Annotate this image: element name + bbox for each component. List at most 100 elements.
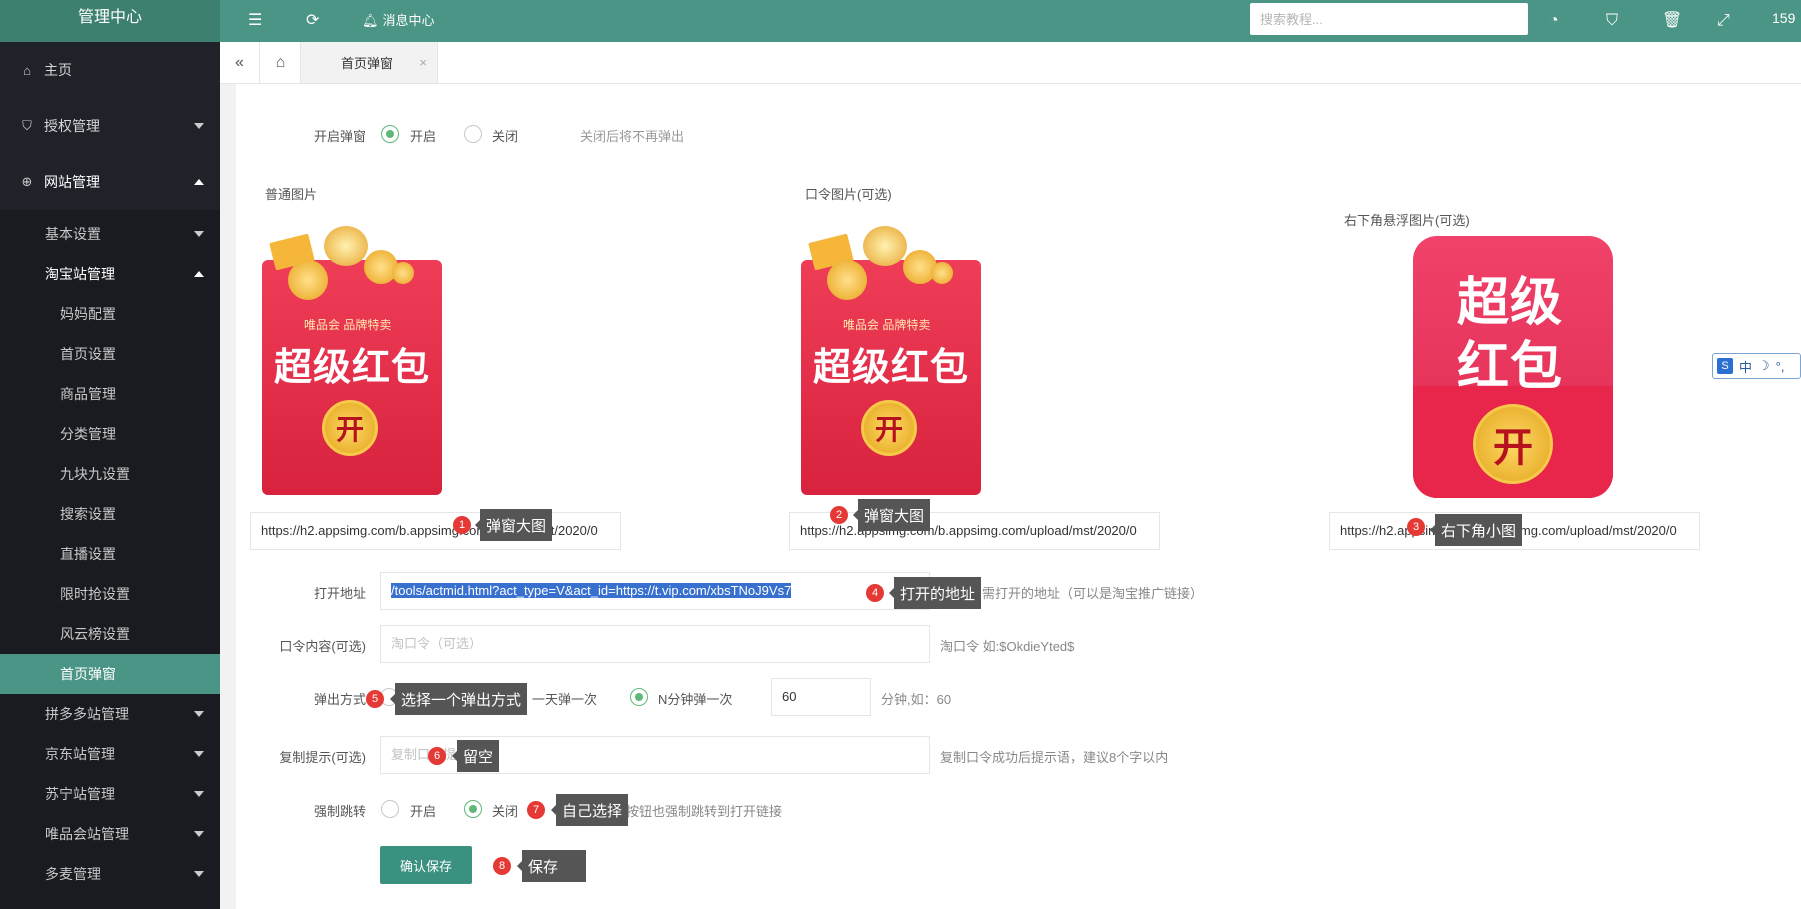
- float-image-label: 右下角悬浮图片(可选): [1344, 213, 1470, 228]
- float-image-preview[interactable]: 超级 红包 开: [1413, 236, 1613, 498]
- sidebar-item-label: 多麦管理: [45, 866, 101, 882]
- annotation-badge: 4: [866, 584, 884, 602]
- double-chevron-left-icon[interactable]: «: [220, 42, 260, 83]
- menu-toggle-icon[interactable]: ☰: [248, 0, 262, 42]
- force-on-radio[interactable]: [381, 800, 399, 818]
- tab-bar: « ⌂ 首页弹窗 ×: [220, 42, 1801, 84]
- refresh-icon[interactable]: ⟳: [306, 0, 319, 42]
- moon-icon: ☽: [1758, 358, 1770, 373]
- top-bar: 管理中心 ☰ ⟳ 🔔︎ 消息中心 ◔ ⛉ 🗑︎ ⤢ 159: [0, 0, 1801, 42]
- sidebar-item-home-popup[interactable]: 首页弹窗: [0, 654, 220, 694]
- sidebar-item-flash-sale[interactable]: 限时抢设置: [0, 574, 220, 614]
- envelope-title: 超级红包: [813, 345, 970, 389]
- sidebar-item-pdd[interactable]: 拼多多站管理: [0, 694, 220, 734]
- home-icon: ⌂: [23, 62, 31, 78]
- chevron-up-icon: [194, 271, 204, 277]
- envelope-open-coin: 开: [861, 400, 917, 456]
- annotation-badge: 6: [428, 747, 446, 765]
- envelope-brand: 唯品会 品牌特卖: [843, 318, 931, 332]
- sidebar-item-label: 商品管理: [60, 386, 116, 402]
- sidebar-item-mama-config[interactable]: 妈妈配置: [0, 294, 220, 334]
- sidebar-item-home[interactable]: ⌂ 主页: [0, 42, 220, 98]
- sidebar-item-label: 苏宁站管理: [45, 786, 115, 802]
- sidebar-item-jd[interactable]: 京东站管理: [0, 734, 220, 774]
- sidebar-item-home-settings[interactable]: 首页设置: [0, 334, 220, 374]
- sidebar-item-label: 淘宝站管理: [45, 266, 115, 282]
- messages-link[interactable]: 🔔︎ 消息中心: [362, 0, 435, 42]
- annotation-tip: 选择一个弹出方式: [389, 683, 528, 715]
- chevron-down-icon: [194, 791, 204, 797]
- mode-n-minutes-radio[interactable]: [630, 688, 648, 706]
- annotation-tip: 保存: [517, 850, 586, 882]
- envelope-title: 超级红包: [274, 345, 431, 389]
- sidebar-item-label: 风云榜设置: [60, 626, 130, 642]
- shield-icon[interactable]: ⛉: [1606, 0, 1618, 42]
- annotation-tip: 右下角小图: [1429, 514, 1523, 546]
- chevron-down-icon: [194, 831, 204, 837]
- shield-icon: ⛉: [22, 118, 32, 133]
- sidebar-item-99[interactable]: 九块九设置: [0, 454, 220, 494]
- annotation-badge: 1: [453, 516, 471, 534]
- popup-on-radio[interactable]: [381, 125, 399, 143]
- site-submenu: 基本设置 淘宝站管理 妈妈配置 首页设置 商品管理 分类管理 九块九设置 搜索设…: [0, 210, 220, 909]
- user-number[interactable]: 159: [1772, 10, 1795, 26]
- trash-icon[interactable]: 🗑︎: [1662, 0, 1682, 42]
- sidebar-item-label: 妈妈配置: [60, 306, 116, 322]
- sidebar-item-category[interactable]: 分类管理: [0, 414, 220, 454]
- open-url-value: /tools/actmid.html?act_type=V&act_id=htt…: [391, 583, 792, 598]
- sidebar-item-label: 搜索设置: [60, 506, 116, 522]
- mode-label: 弹出方式: [313, 692, 366, 707]
- mode-daily-label[interactable]: 一天弹一次: [532, 689, 597, 708]
- close-icon[interactable]: ×: [419, 55, 427, 70]
- save-button[interactable]: 确认保存: [380, 846, 472, 884]
- tab-label: 首页弹窗: [341, 56, 394, 71]
- annotation-tip: 打开的地址: [888, 577, 982, 609]
- chevron-down-icon: [194, 751, 204, 757]
- sidebar-item-search-settings[interactable]: 搜索设置: [0, 494, 220, 534]
- sidebar: ⌂ 主页 ⛉ 授权管理 ⊕ 网站管理 基本设置 淘宝站管理 妈妈配置 首页设置 …: [0, 42, 220, 909]
- sidebar-item-goods[interactable]: 商品管理: [0, 374, 220, 414]
- search-input[interactable]: [1250, 3, 1528, 35]
- tab-home-popup[interactable]: 首页弹窗 ×: [301, 42, 438, 83]
- popup-off-radio[interactable]: [464, 125, 482, 143]
- force-on-label[interactable]: 开启: [410, 801, 436, 820]
- sidebar-item-label: 限时抢设置: [60, 586, 130, 602]
- normal-image-url-input[interactable]: https://h2.appsimg.com/b.appsimg.com/upl…: [250, 512, 621, 550]
- dashboard-icon[interactable]: ◔: [1549, 0, 1559, 42]
- annotation-tip: 自己选择: [550, 794, 629, 826]
- sidebar-item-vip[interactable]: 唯品会站管理: [0, 814, 220, 854]
- mode-n-minutes-label[interactable]: N分钟弹一次: [658, 689, 732, 708]
- normal-image-preview[interactable]: 唯品会 品牌特卖 超级红包 开: [252, 214, 452, 499]
- sidebar-item-label: 授权管理: [44, 118, 100, 134]
- messages-label: 消息中心: [382, 13, 435, 28]
- annotation-badge: 5: [366, 690, 384, 708]
- popup-off-label[interactable]: 关闭: [492, 126, 518, 145]
- annotation-badge: 8: [493, 857, 511, 875]
- minutes-input[interactable]: 60: [771, 678, 871, 716]
- open-url-hint: 需打开的地址（可以是淘宝推广链接）: [982, 586, 1204, 601]
- sidebar-item-label: 网站管理: [44, 174, 100, 190]
- ime-punct: °,: [1775, 358, 1785, 374]
- fullscreen-icon[interactable]: ⤢: [1717, 0, 1730, 42]
- copy-hint: 复制口令成功后提示语，建议8个字以内: [940, 750, 1169, 765]
- popup-on-label[interactable]: 开启: [410, 126, 436, 145]
- annotation-badge: 2: [830, 506, 848, 524]
- sidebar-item-duomai[interactable]: 多麦管理: [0, 854, 220, 894]
- chevron-up-icon: [194, 179, 204, 185]
- bell-icon: 🔔︎: [362, 13, 379, 28]
- sidebar-item-live[interactable]: 直播设置: [0, 534, 220, 574]
- home-icon[interactable]: ⌂: [261, 42, 301, 83]
- sidebar-item-taobao[interactable]: 淘宝站管理: [0, 254, 220, 294]
- ime-toolbar[interactable]: S 中 ☽ °,: [1712, 353, 1801, 379]
- force-off-label[interactable]: 关闭: [492, 801, 518, 820]
- sidebar-item-auth[interactable]: ⛉ 授权管理: [0, 98, 220, 154]
- password-input[interactable]: 淘口令（可选）: [380, 625, 930, 663]
- open-url-input[interactable]: /tools/actmid.html?act_type=V&act_id=htt…: [380, 572, 930, 610]
- sidebar-item-site[interactable]: ⊕ 网站管理: [0, 154, 220, 210]
- sidebar-item-ranking[interactable]: 风云榜设置: [0, 614, 220, 654]
- force-off-radio[interactable]: [464, 800, 482, 818]
- sidebar-item-basic-settings[interactable]: 基本设置: [0, 214, 220, 254]
- sidebar-item-suning[interactable]: 苏宁站管理: [0, 774, 220, 814]
- sidebar-item-label: 九块九设置: [60, 466, 130, 482]
- password-image-preview[interactable]: 唯品会 品牌特卖 超级红包 开: [791, 214, 991, 499]
